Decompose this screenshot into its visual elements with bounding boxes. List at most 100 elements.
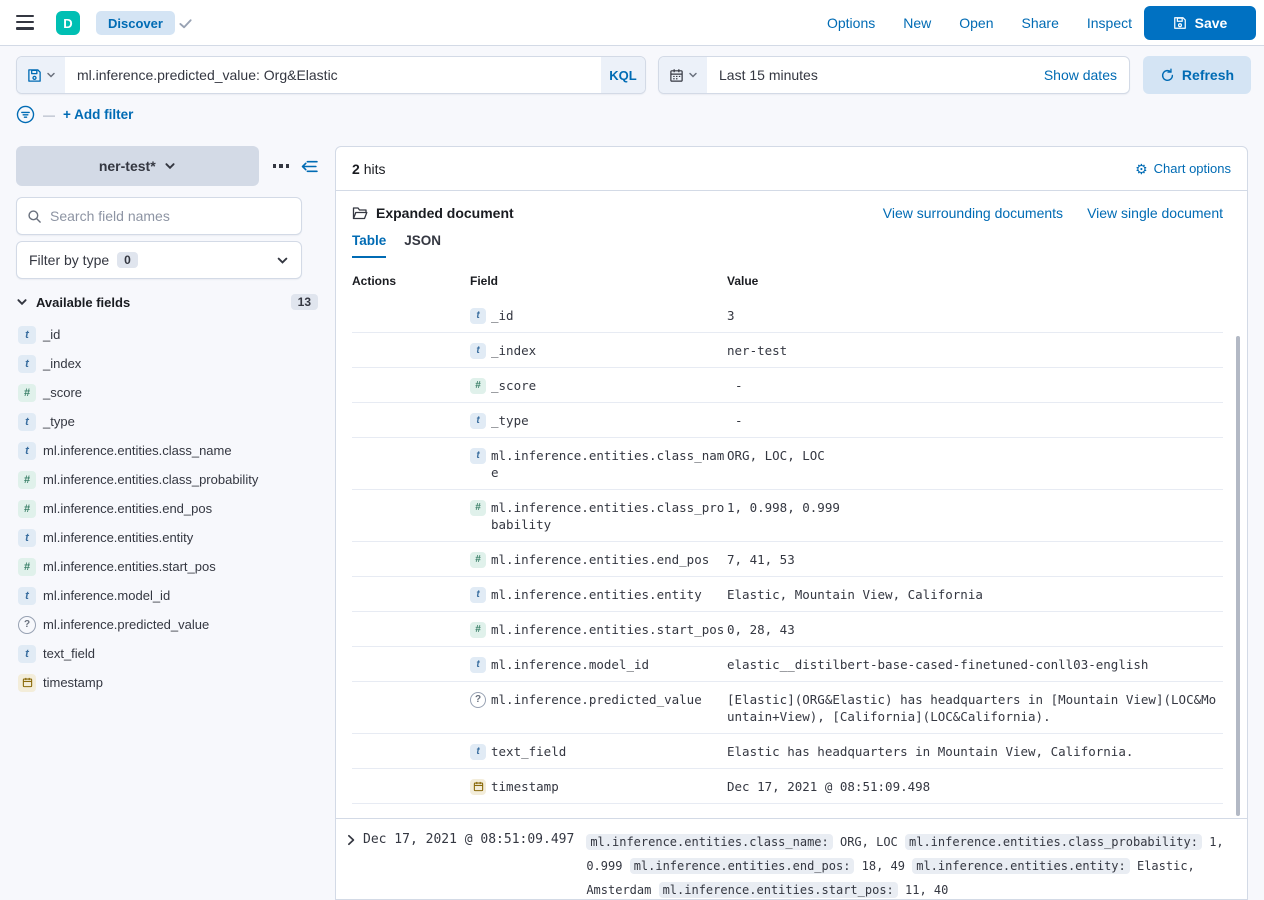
- row-actions-cell[interactable]: [352, 743, 470, 760]
- sidebar-field-item[interactable]: ttext_field: [16, 639, 320, 668]
- row-actions-cell[interactable]: [352, 691, 470, 725]
- sidebar-field-item[interactable]: ?ml.inference.predicted_value: [16, 610, 320, 639]
- sidebar-field-item[interactable]: t ml.inference.entities.class_name: [16, 436, 320, 465]
- menu-item-options[interactable]: Options: [827, 15, 875, 31]
- row-field-cell: tml.inference.model_id: [470, 656, 727, 673]
- field-name: ml.inference.entities.end_pos: [43, 501, 212, 516]
- filter-divider: —: [43, 108, 55, 122]
- query-input[interactable]: [65, 57, 601, 93]
- field-type-icon: t: [470, 657, 486, 673]
- row-actions-cell[interactable]: [352, 499, 470, 533]
- app-logo-badge[interactable]: D: [56, 11, 80, 35]
- date-quick-menu-button[interactable]: [659, 57, 707, 93]
- table-row: t_id3: [352, 298, 1223, 333]
- add-filter-button[interactable]: + Add filter: [63, 107, 133, 122]
- field-type-icon: t: [18, 413, 36, 431]
- filter-by-type-select[interactable]: Filter by type 0: [16, 241, 302, 279]
- sidebar-field-item[interactable]: t _type: [16, 407, 320, 436]
- menu-item-inspect[interactable]: Inspect: [1087, 15, 1132, 31]
- document-source-summary[interactable]: ml.inference.entities.class_name: ORG, L…: [586, 830, 1231, 900]
- field-search: [16, 197, 302, 235]
- row-field-name: ml.inference.entities.class_name: [491, 447, 727, 481]
- row-field-cell: #ml.inference.entities.end_pos: [470, 551, 727, 568]
- refresh-button[interactable]: Refresh: [1143, 56, 1251, 94]
- field-name: _type: [43, 414, 75, 429]
- gear-icon: ⚙: [1135, 162, 1148, 176]
- chart-options-button[interactable]: ⚙ Chart options: [1135, 161, 1231, 176]
- sidebar-field-item[interactable]: #_score: [16, 378, 320, 407]
- field-type-icon: t: [470, 413, 486, 429]
- source-field-pill: ml.inference.entities.start_pos:: [659, 882, 898, 898]
- table-row: ttext_fieldElastic has headquarters in M…: [352, 734, 1223, 769]
- sidebar-field-item[interactable]: #ml.inference.entities.start_pos: [16, 552, 320, 581]
- row-field-name: ml.inference.entities.start_pos: [491, 621, 727, 638]
- row-actions-cell[interactable]: [352, 656, 470, 673]
- available-fields-label[interactable]: Available fields: [36, 295, 283, 310]
- row-actions-cell[interactable]: [352, 586, 470, 603]
- view-single-document-link[interactable]: View single document: [1087, 205, 1223, 221]
- breadcrumb-discover[interactable]: Discover: [96, 11, 175, 35]
- hits-count: 2 hits: [352, 161, 1135, 177]
- show-dates-button[interactable]: Show dates: [1032, 57, 1129, 93]
- view-surrounding-documents-link[interactable]: View surrounding documents: [883, 205, 1063, 221]
- field-name: ml.inference.entities.class_name: [43, 443, 232, 458]
- collapse-sidebar-icon[interactable]: [299, 156, 320, 177]
- time-range-value[interactable]: Last 15 minutes: [707, 57, 1032, 93]
- row-actions-cell[interactable]: [352, 412, 470, 429]
- index-options-icon[interactable]: [269, 160, 294, 172]
- sidebar-field-item[interactable]: t_id: [16, 320, 320, 349]
- sidebar-field-item[interactable]: timestamp: [16, 668, 320, 697]
- calendar-icon: [669, 68, 684, 83]
- sidebar-field-item[interactable]: t_index: [16, 349, 320, 378]
- index-pattern-switcher[interactable]: ner-test*: [16, 146, 259, 186]
- menu-item-open[interactable]: Open: [959, 15, 993, 31]
- row-field-cell: tml.inference.entities.class_name: [470, 447, 727, 481]
- table-row: #ml.inference.entities.class_probability…: [352, 490, 1223, 542]
- row-actions-cell[interactable]: [352, 447, 470, 481]
- chevron-down-icon: [688, 70, 698, 80]
- field-list: t_idt_index#_scoret_typetml.inference.en…: [16, 320, 320, 697]
- table-row: #ml.inference.entities.start_pos0, 28, 4…: [352, 612, 1223, 647]
- sidebar-field-item[interactable]: #ml.inference.entities.class_probability: [16, 465, 320, 494]
- row-field-name: _index: [491, 342, 727, 359]
- row-field-cell: #ml.inference.entities.class_probability: [470, 499, 727, 533]
- field-type-icon: #: [470, 378, 486, 394]
- floppy-icon: [27, 68, 42, 83]
- row-field-name: ml.inference.entities.end_pos: [491, 551, 727, 568]
- row-field-value: 7, 41, 53: [727, 551, 1223, 568]
- field-type-icon: t: [470, 587, 486, 603]
- filter-type-count-badge: 0: [117, 252, 138, 268]
- tab-json[interactable]: JSON: [404, 233, 441, 258]
- chevron-down-icon[interactable]: [16, 296, 28, 308]
- vertical-scrollbar[interactable]: [1236, 336, 1240, 816]
- field-name: _id: [43, 327, 60, 342]
- field-name: ml.inference.entities.start_pos: [43, 559, 216, 574]
- menu-item-new[interactable]: New: [903, 15, 931, 31]
- menu-hamburger-icon[interactable]: [16, 15, 34, 30]
- row-actions-cell[interactable]: [352, 307, 470, 324]
- field-name: _index: [43, 356, 81, 371]
- row-actions-cell[interactable]: [352, 377, 470, 394]
- sidebar-field-item[interactable]: #ml.inference.entities.end_pos: [16, 494, 320, 523]
- row-field-value: Dec 17, 2021 @ 08:51:09.498: [727, 778, 1223, 795]
- row-actions-cell[interactable]: [352, 342, 470, 359]
- row-actions-cell[interactable]: [352, 551, 470, 568]
- expand-document-chevron-right-icon[interactable]: [341, 834, 361, 846]
- chevron-down-icon: [276, 254, 289, 267]
- column-header-field: Field: [470, 274, 727, 288]
- sidebar-field-item[interactable]: tml.inference.model_id: [16, 581, 320, 610]
- saved-query-menu-button[interactable]: [17, 57, 65, 93]
- filter-icon[interactable]: [16, 105, 35, 124]
- menu-item-share[interactable]: Share: [1022, 15, 1059, 31]
- tab-table[interactable]: Table: [352, 233, 386, 258]
- row-actions-cell[interactable]: [352, 621, 470, 638]
- sidebar-field-item[interactable]: tml.inference.entities.entity: [16, 523, 320, 552]
- row-field-cell: ttext_field: [470, 743, 727, 760]
- row-actions-cell[interactable]: [352, 778, 470, 795]
- field-type-icon: t: [18, 442, 36, 460]
- search-field-names-input[interactable]: [50, 208, 291, 224]
- top-menu: Options New Open Share Inspect: [827, 0, 1132, 46]
- query-language-kql-button[interactable]: KQL: [601, 57, 645, 93]
- row-field-cell: timestamp: [470, 778, 727, 795]
- save-button[interactable]: Save: [1144, 6, 1256, 40]
